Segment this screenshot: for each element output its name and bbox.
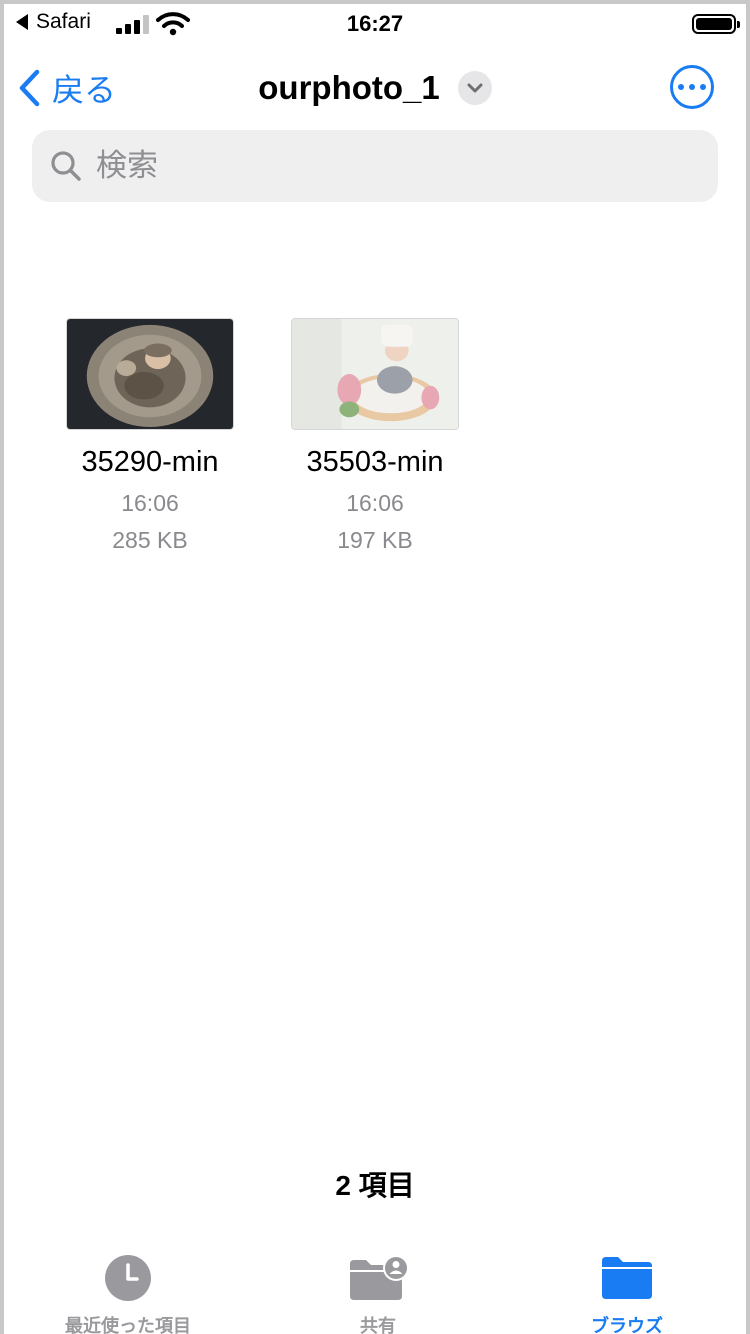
more-options-button[interactable]: [670, 65, 714, 109]
title-menu-button[interactable]: [457, 71, 492, 105]
file-item[interactable]: 35290-min 16:06 285 KB: [40, 318, 260, 554]
newborn-photo-thumbnail-icon: [292, 319, 458, 429]
status-bar: Safari 16:27: [4, 4, 746, 44]
file-name: 35290-min: [81, 446, 219, 478]
newborn-photo-thumbnail-icon: [67, 319, 233, 429]
file-size: 197 KB: [337, 527, 413, 553]
file-time: 16:06: [121, 490, 179, 516]
clock-icon: [105, 1255, 151, 1301]
file-thumbnail: [66, 318, 234, 430]
ellipsis-icon: [678, 84, 684, 90]
battery-icon: [692, 14, 740, 34]
file-item[interactable]: 35503-min 16:06 197 KB: [265, 318, 485, 554]
tab-recents[interactable]: 最近使った項目: [8, 1250, 248, 1334]
file-name: 35503-min: [306, 446, 444, 478]
file-size: 285 KB: [112, 527, 188, 553]
file-thumbnail: [291, 318, 459, 430]
search-bar[interactable]: [32, 130, 718, 202]
tab-browse[interactable]: ブラウズ: [507, 1250, 746, 1334]
search-icon: [51, 151, 81, 181]
tab-label: 共有: [360, 1316, 396, 1334]
status-time: 16:27: [346, 11, 404, 36]
tab-label: 最近使った項目: [65, 1316, 191, 1334]
item-count: 2 項目: [335, 1170, 415, 1201]
tab-shared[interactable]: 共有: [258, 1250, 498, 1334]
file-time: 16:06: [346, 490, 404, 516]
app-window: Safari 16:27 戻る ourphoto_1 検索 35290-min …: [0, 0, 750, 1334]
tab-label: ブラウズ: [591, 1316, 663, 1334]
chevron-down-icon: [467, 83, 483, 93]
search-input[interactable]: [94, 147, 658, 185]
folder-title-bar: ourphoto_1: [4, 66, 746, 110]
folder-icon: [602, 1257, 652, 1299]
folder-title[interactable]: ourphoto_1: [258, 69, 439, 107]
shared-folder-icon: [350, 1255, 409, 1300]
